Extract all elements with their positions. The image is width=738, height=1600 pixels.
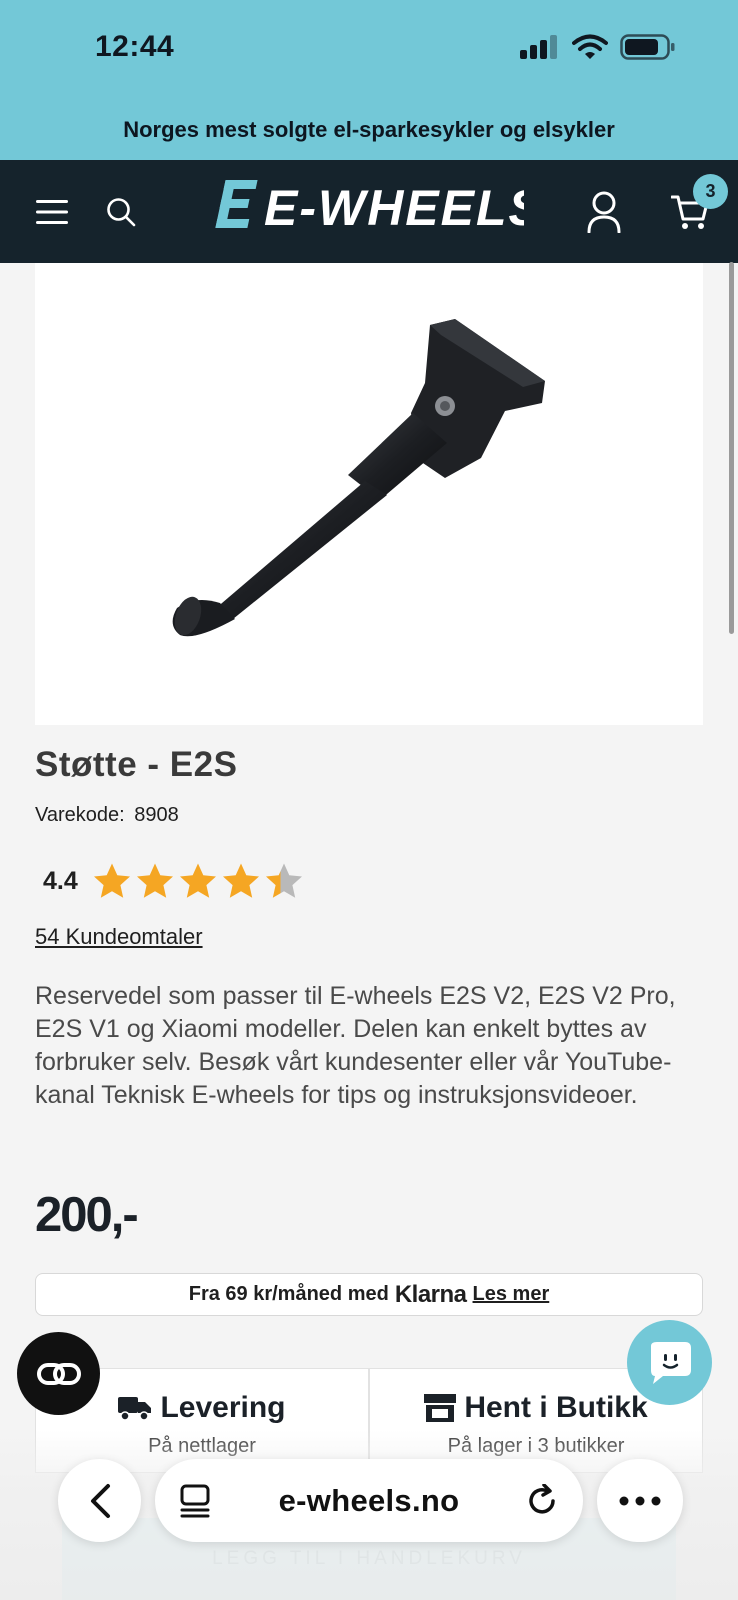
truck-icon bbox=[118, 1397, 152, 1421]
signal-icon bbox=[520, 35, 557, 59]
chevron-left-icon bbox=[90, 1483, 110, 1518]
star-icon bbox=[265, 863, 302, 898]
status-bar: 12:44 bbox=[0, 0, 738, 100]
product-title: Støtte - E2S bbox=[35, 745, 238, 784]
klarna-banner[interactable]: Fra 69 kr/måned med Klarna Les mer bbox=[35, 1273, 703, 1316]
tabs-icon bbox=[180, 1484, 210, 1517]
product-image[interactable] bbox=[35, 263, 703, 725]
status-icons bbox=[520, 34, 676, 60]
product-sku: Varekode: 8908 bbox=[35, 804, 179, 827]
star-icon bbox=[179, 863, 216, 898]
search-button[interactable] bbox=[104, 160, 138, 263]
rating-stars bbox=[92, 862, 304, 900]
page-scrollbar[interactable] bbox=[729, 262, 734, 634]
search-icon bbox=[107, 197, 136, 226]
pickup-subtitle: På lager i 3 butikker bbox=[447, 1435, 625, 1457]
menu-button[interactable] bbox=[34, 160, 70, 263]
reload-icon[interactable] bbox=[525, 1483, 559, 1518]
cart-count-badge: 3 bbox=[693, 174, 728, 209]
browser-url: e-wheels.no bbox=[278, 1482, 460, 1518]
hamburger-icon bbox=[36, 199, 68, 224]
battery-icon bbox=[620, 34, 675, 60]
klarna-logo: Klarna bbox=[394, 1280, 467, 1308]
star-icon bbox=[93, 863, 130, 898]
shipping-subtitle: På nettlager bbox=[148, 1435, 256, 1457]
promo-bar: Norges mest solgte el-sparkesykler og el… bbox=[0, 100, 738, 160]
product-description: Reservedel som passer til E-wheels E2S V… bbox=[35, 982, 676, 1109]
account-button[interactable] bbox=[584, 160, 624, 263]
status-time: 12:44 bbox=[95, 30, 175, 63]
star-icon bbox=[222, 863, 259, 898]
klarna-read-more-link[interactable]: Les mer bbox=[473, 1283, 550, 1306]
chat-face-icon bbox=[650, 1341, 691, 1384]
reviews-link[interactable]: 54 Kundeomtaler bbox=[35, 924, 203, 950]
pickup-title: Hent i Butikk bbox=[464, 1391, 648, 1424]
browser-more-button[interactable] bbox=[597, 1459, 683, 1542]
floating-action-button[interactable] bbox=[17, 1332, 100, 1415]
rating-row: 4.4 bbox=[43, 862, 304, 900]
shipping-title: Levering bbox=[160, 1391, 286, 1424]
browser-address-bar[interactable]: e-wheels.no bbox=[155, 1459, 583, 1542]
store-icon bbox=[424, 1394, 457, 1422]
user-icon bbox=[587, 191, 621, 233]
more-dots-icon bbox=[619, 1496, 661, 1505]
browser-back-button[interactable] bbox=[58, 1459, 141, 1542]
star-icon bbox=[136, 863, 173, 898]
e-wheels-logo: E-WHEELS bbox=[215, 180, 542, 236]
sku-label: Varekode: bbox=[35, 804, 125, 826]
kickstand-image bbox=[172, 319, 545, 637]
delivery-options: Levering På nettlager Hent i Butikk På l… bbox=[35, 1368, 703, 1473]
promo-text: Norges mest solgte el-sparkesykler og el… bbox=[123, 117, 615, 142]
chat-widget-button[interactable] bbox=[627, 1320, 712, 1405]
sku-value: 8908 bbox=[134, 804, 179, 826]
logo-text: E-WHEELS bbox=[264, 180, 524, 230]
link-icon bbox=[36, 1362, 81, 1385]
product-price: 200,- bbox=[35, 1188, 139, 1242]
site-logo[interactable]: E-WHEELS bbox=[214, 178, 542, 236]
wifi-icon bbox=[572, 34, 608, 59]
klarna-text: Fra 69 kr/måned med bbox=[188, 1283, 389, 1305]
rating-value: 4.4 bbox=[43, 866, 78, 895]
